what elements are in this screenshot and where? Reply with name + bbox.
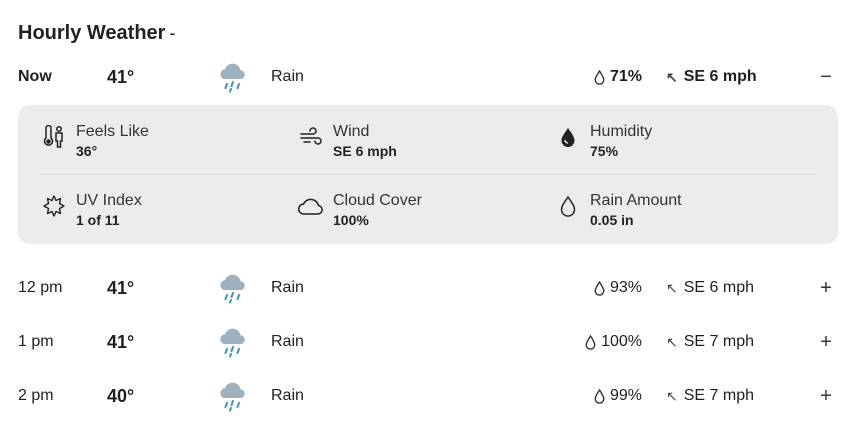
row-wind-value: SE 7 mph bbox=[683, 333, 754, 350]
expand-button[interactable]: + bbox=[816, 268, 836, 308]
title-text: Hourly Weather bbox=[18, 22, 166, 44]
row-temperature: 41° bbox=[107, 331, 135, 352]
raindrop-icon bbox=[554, 192, 582, 220]
hourly-row[interactable]: 12 pm 41° Rain 93% ↖ SE 6 mph + bbox=[0, 268, 850, 308]
row-condition: Rain bbox=[271, 279, 304, 296]
detail-value: 75% bbox=[590, 143, 619, 159]
detail-uv-index: UV Index 1 of 11 bbox=[40, 191, 142, 229]
row-temperature: 40° bbox=[107, 385, 135, 406]
detail-wind: Wind SE 6 mph bbox=[297, 122, 397, 160]
row-wind: ↖ SE 7 mph bbox=[666, 322, 754, 362]
wind-arrow-icon: ↖ bbox=[666, 279, 678, 296]
row-wind: ↖ SE 7 mph bbox=[666, 376, 754, 416]
raindrop-icon bbox=[594, 388, 605, 404]
detail-label: Humidity bbox=[590, 123, 653, 140]
detail-label: Wind bbox=[333, 123, 370, 140]
row-wind-value: SE 6 mph bbox=[683, 279, 754, 296]
row-condition: Rain bbox=[271, 333, 304, 350]
row-time: Now bbox=[18, 68, 52, 85]
detail-label: Cloud Cover bbox=[333, 192, 422, 209]
details-divider bbox=[40, 174, 816, 175]
wind-arrow-icon: ↖ bbox=[666, 387, 678, 404]
row-condition: Rain bbox=[271, 68, 304, 85]
raindrop-icon bbox=[594, 69, 605, 85]
detail-value: 0.05 in bbox=[590, 212, 634, 228]
row-precip-value: 71% bbox=[609, 68, 642, 85]
humidity-drop-icon bbox=[554, 123, 582, 151]
title-suffix: - bbox=[169, 23, 176, 43]
row-precip-value: 99% bbox=[609, 387, 642, 404]
row-temperature: 41° bbox=[107, 277, 135, 298]
row-wind: ↖ SE 6 mph bbox=[666, 268, 754, 308]
thermometer-person-icon bbox=[40, 123, 68, 151]
cloud-icon bbox=[297, 192, 325, 220]
row-wind-value: SE 7 mph bbox=[683, 387, 754, 404]
detail-value: 36° bbox=[76, 143, 98, 159]
wind-arrow-icon: ↖ bbox=[666, 333, 678, 350]
wind-icon bbox=[297, 123, 325, 151]
row-precip: 99% bbox=[594, 376, 642, 416]
rain-cloud-icon bbox=[218, 57, 250, 97]
detail-value: 100% bbox=[333, 212, 369, 228]
rain-cloud-icon bbox=[218, 322, 250, 362]
details-panel: Feels Like 36° Wind SE 6 mph Humidity 75… bbox=[18, 105, 838, 244]
row-condition: Rain bbox=[271, 387, 304, 404]
detail-label: Rain Amount bbox=[590, 192, 682, 209]
row-precip-value: 100% bbox=[601, 333, 642, 350]
collapse-button[interactable]: − bbox=[816, 57, 836, 97]
raindrop-icon bbox=[594, 280, 605, 296]
detail-rain-amount: Rain Amount 0.05 in bbox=[554, 191, 682, 229]
raindrop-icon bbox=[585, 334, 596, 350]
detail-humidity: Humidity 75% bbox=[554, 122, 652, 160]
row-precip: 71% bbox=[594, 57, 642, 97]
page-title: Hourly Weather - bbox=[18, 22, 175, 45]
row-time: 2 pm bbox=[18, 387, 54, 404]
detail-cloud-cover: Cloud Cover 100% bbox=[297, 191, 422, 229]
detail-label: Feels Like bbox=[76, 123, 149, 140]
hourly-row[interactable]: 1 pm 41° Rain 100% ↖ SE 7 mph + bbox=[0, 322, 850, 362]
expand-button[interactable]: + bbox=[816, 322, 836, 362]
detail-value: SE 6 mph bbox=[333, 143, 397, 159]
hourly-row-now[interactable]: Now 41° Rain 71% ↖ SE 6 mph − bbox=[0, 57, 850, 97]
row-precip: 100% bbox=[585, 322, 642, 362]
row-precip-value: 93% bbox=[609, 279, 642, 296]
detail-feels-like: Feels Like 36° bbox=[40, 122, 149, 160]
expand-button[interactable]: + bbox=[816, 376, 836, 416]
row-time: 12 pm bbox=[18, 279, 63, 296]
row-time: 1 pm bbox=[18, 333, 54, 350]
rain-cloud-icon bbox=[218, 376, 250, 416]
row-wind: ↖ SE 6 mph bbox=[666, 57, 757, 97]
row-precip: 93% bbox=[594, 268, 642, 308]
row-temperature: 41° bbox=[107, 66, 135, 87]
row-wind-value: SE 6 mph bbox=[683, 68, 757, 85]
detail-label: UV Index bbox=[76, 192, 142, 209]
rain-cloud-icon bbox=[218, 268, 250, 308]
detail-value: 1 of 11 bbox=[76, 212, 120, 228]
sun-icon bbox=[40, 192, 68, 220]
hourly-row[interactable]: 2 pm 40° Rain 99% ↖ SE 7 mph + bbox=[0, 376, 850, 416]
wind-arrow-icon: ↖ bbox=[666, 68, 678, 85]
